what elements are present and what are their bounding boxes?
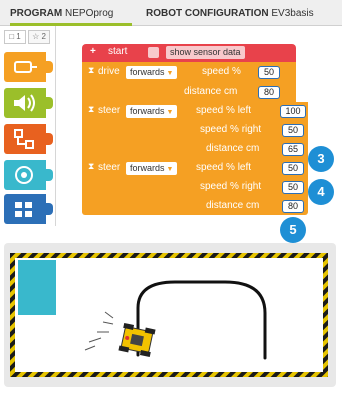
steer-2-direction-dropdown[interactable]: forwards ▼ — [126, 162, 178, 175]
hourglass-icon: ⧗ — [88, 104, 95, 114]
black-track-line — [136, 280, 267, 360]
steer-1-distance-input[interactable]: 65 — [282, 143, 304, 156]
tab-config-label: ROBOT CONFIGURATION — [146, 8, 269, 19]
steer-1-speed-right-label: speed % right — [200, 124, 262, 135]
steer-2-distance-label: distance cm — [206, 200, 260, 211]
tab-config-name: EV3basis — [271, 8, 314, 19]
steer-1-speed-left-value: 100 — [281, 106, 305, 117]
logic-icon — [15, 202, 32, 217]
program-editor: PROGRAM NEPOprog ROBOT CONFIGURATION EV3… — [0, 0, 342, 243]
steer-2-speed-right-value: 50 — [283, 182, 303, 193]
chevron-down-icon: ▼ — [166, 70, 174, 77]
steer-2-speed-right-input[interactable]: 50 — [282, 181, 304, 194]
steer-1-direction-dropdown[interactable]: forwards ▼ — [126, 105, 178, 118]
steer-2-label: steer — [98, 162, 121, 173]
drive-speed-input[interactable]: 50 — [258, 66, 280, 79]
category-action[interactable] — [4, 52, 53, 82]
category-control[interactable] — [4, 124, 53, 154]
steer-2-direction-value: forwards — [130, 163, 165, 173]
steer-2-speed-left-label: speed % left — [196, 162, 252, 173]
drive-distance-input[interactable]: 80 — [258, 86, 280, 99]
chevron-down-icon: ▼ — [166, 109, 174, 116]
annotation-badge-3: 3 — [308, 146, 334, 172]
toolbox-level-1-tab[interactable]: □ 1 — [4, 30, 26, 44]
annotation-badge-4: 4 — [308, 179, 334, 205]
drive-distance-label: distance cm — [184, 86, 238, 97]
drive-block[interactable]: ⧗ drive forwards ▼ speed % 50 distance cm… — [82, 62, 296, 102]
steer-1-speed-right-value: 50 — [283, 125, 303, 136]
show-sensor-data-label: show sensor data — [166, 46, 245, 59]
drive-direction-dropdown[interactable]: forwards ▼ — [126, 66, 178, 79]
steer-1-speed-right-input[interactable]: 50 — [282, 124, 304, 137]
hourglass-icon: ⧗ — [88, 161, 95, 171]
category-logic[interactable] — [4, 194, 53, 224]
steer-2-speed-left-input[interactable]: 50 — [282, 162, 304, 175]
simulation-panel — [4, 243, 336, 387]
tab-program[interactable]: PROGRAM NEPOprog — [10, 0, 132, 26]
tab-bar: PROGRAM NEPOprog ROBOT CONFIGURATION EV3… — [0, 0, 342, 26]
simulation-board[interactable] — [10, 253, 328, 377]
show-sensor-data-checkbox[interactable] — [148, 47, 159, 58]
category-sensors[interactable] — [4, 160, 53, 190]
track-and-robot — [84, 280, 267, 360]
tab-program-name: NEPOprog — [65, 8, 114, 19]
block-category-sidebar: □ 1 ☆ 2 — [0, 26, 56, 226]
drive-direction-value: forwards — [130, 67, 165, 77]
steer-1-direction-value: forwards — [130, 106, 165, 116]
steer-1-distance-value: 65 — [283, 144, 303, 155]
toolbox-level-2-tab[interactable]: ☆ 2 — [28, 30, 50, 44]
steer-1-distance-label: distance cm — [206, 143, 260, 154]
annotation-badge-5: 5 — [280, 217, 306, 243]
control-icon — [14, 129, 34, 149]
hourglass-icon: ⧗ — [88, 65, 95, 75]
category-sound[interactable] — [4, 88, 53, 118]
chevron-down-icon: ▼ — [166, 166, 174, 173]
drive-distance-value: 80 — [259, 87, 279, 98]
sensor-rays-icon — [84, 311, 114, 351]
steer-2-speed-right-label: speed % right — [200, 181, 262, 192]
tab-robot-configuration[interactable]: ROBOT CONFIGURATION EV3basis — [146, 0, 342, 26]
sensor-icon — [15, 166, 33, 184]
start-block[interactable]: + start show sensor data — [82, 44, 296, 62]
sound-icon — [14, 94, 35, 112]
steer-block-1[interactable]: ⧗ steer forwards ▼ speed % left 100 speed… — [82, 102, 308, 160]
drive-speed-value: 50 — [259, 67, 279, 78]
drive-label: drive — [98, 66, 120, 77]
steer-2-distance-value: 80 — [283, 201, 303, 212]
steer-1-speed-left-input[interactable]: 100 — [280, 105, 306, 118]
toolbox-level-tabs: □ 1 ☆ 2 — [4, 30, 52, 44]
steer-2-distance-input[interactable]: 80 — [282, 200, 304, 213]
steer-2-speed-left-value: 50 — [283, 163, 303, 174]
steer-block-2[interactable]: ⧗ steer forwards ▼ speed % left 50 speed … — [82, 159, 308, 215]
start-plus-icon[interactable]: + — [90, 44, 96, 60]
steer-1-speed-left-label: speed % left — [196, 105, 252, 116]
drive-speed-label: speed % — [202, 66, 241, 77]
tab-program-label: PROGRAM — [10, 8, 63, 19]
motor-icon — [14, 61, 37, 73]
start-label: start — [108, 46, 128, 57]
steer-1-label: steer — [98, 105, 121, 116]
